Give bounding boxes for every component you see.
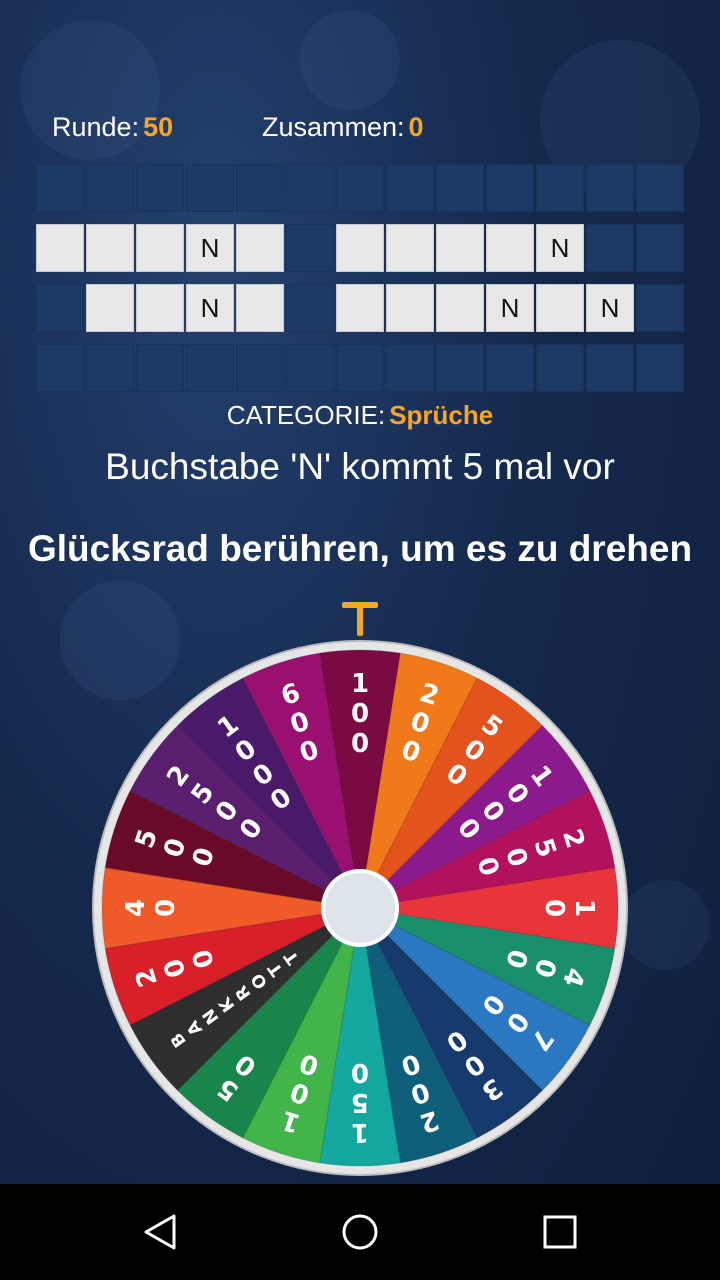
board-cell-letter xyxy=(36,224,84,272)
board-cell-empty xyxy=(636,344,684,392)
board-cell-empty xyxy=(636,164,684,212)
total-value: 0 xyxy=(408,112,424,142)
board-cell-empty xyxy=(186,344,234,392)
recents-icon[interactable] xyxy=(536,1208,584,1256)
board-cell-empty xyxy=(186,164,234,212)
wheel-label-char: 4 xyxy=(121,899,151,917)
board-cell-empty xyxy=(286,284,334,332)
category-label: CATEGORIE: xyxy=(226,400,386,430)
board-cell-empty xyxy=(436,164,484,212)
board-cell-empty xyxy=(36,164,84,212)
board-cell-empty xyxy=(386,344,434,392)
board-cell-empty xyxy=(286,224,334,272)
wheel-label-char: 0 xyxy=(351,729,369,759)
board-cell-letter xyxy=(336,284,384,332)
board-cell-empty xyxy=(286,344,334,392)
background-bokeh xyxy=(300,10,400,110)
home-icon[interactable] xyxy=(336,1208,384,1256)
board-cell-empty xyxy=(136,164,184,212)
wheel-label-char: 0 xyxy=(539,899,569,917)
board-cell-letter: N xyxy=(186,284,234,332)
round-value: 50 xyxy=(143,112,174,142)
wheel-segment-label: 10 xyxy=(539,899,599,917)
board-cell-empty xyxy=(636,224,684,272)
board-cell-letter: N xyxy=(486,284,534,332)
board-cell-empty xyxy=(586,224,634,272)
wheel-label-char: 1 xyxy=(569,899,599,917)
wheel-segment-label: 150 xyxy=(351,1057,369,1147)
background-bokeh xyxy=(620,880,710,970)
system-nav-bar xyxy=(0,1184,720,1280)
wheel-pointer-icon xyxy=(342,602,378,636)
board-cell-letter xyxy=(436,284,484,332)
board-cell-letter xyxy=(86,224,134,272)
board-cell-letter xyxy=(236,224,284,272)
wheel-label-char: 0 xyxy=(151,899,181,917)
board-cell-empty xyxy=(486,164,534,212)
board-cell-empty xyxy=(236,344,284,392)
board-cell-empty xyxy=(586,164,634,212)
board-cell-empty xyxy=(236,164,284,212)
board-cell-letter: N xyxy=(536,224,584,272)
board-cell-empty xyxy=(536,344,584,392)
board-cell-empty xyxy=(36,284,84,332)
wheel-segment-label: 100 xyxy=(351,669,369,759)
board-cell-empty xyxy=(636,284,684,332)
letter-hint: Buchstabe 'N' kommt 5 mal vor xyxy=(105,446,615,487)
board-cell-letter xyxy=(336,224,384,272)
wheel-hub xyxy=(321,869,399,947)
board-cell-empty xyxy=(286,164,334,212)
board-cell-empty xyxy=(86,344,134,392)
board-cell-letter xyxy=(136,284,184,332)
board-cell-empty xyxy=(536,164,584,212)
board-cell-letter xyxy=(536,284,584,332)
wheel-label-char: 0 xyxy=(351,699,369,729)
wheel-label-char: 0 xyxy=(351,1057,369,1087)
board-row: NNN xyxy=(36,284,686,332)
round-score: Runde: 50 xyxy=(52,112,173,143)
category-value: Sprüche xyxy=(389,400,494,430)
board-row xyxy=(36,164,686,212)
wheel-segment-label: 40 xyxy=(121,899,181,917)
board-cell-letter: N xyxy=(586,284,634,332)
board-cell-letter xyxy=(386,284,434,332)
board-row: NN xyxy=(36,224,686,272)
board-cell-letter xyxy=(136,224,184,272)
round-label: Runde: xyxy=(52,112,140,142)
wheel-label-char: 1 xyxy=(351,1117,369,1147)
board-cell-empty xyxy=(336,344,384,392)
board-cell-empty xyxy=(486,344,534,392)
wheel-label-char: 1 xyxy=(351,669,369,699)
board-cell-empty xyxy=(586,344,634,392)
board-cell-empty xyxy=(136,344,184,392)
board-row xyxy=(36,344,686,392)
board-cell-empty xyxy=(336,164,384,212)
board-cell-empty xyxy=(386,164,434,212)
board-cell-letter: N xyxy=(186,224,234,272)
back-icon[interactable] xyxy=(136,1208,184,1256)
board-cell-empty xyxy=(436,344,484,392)
spin-instruction: Glücksrad berühren, um es zu drehen xyxy=(27,528,693,569)
score-row: Runde: 50 Zusammen: 0 xyxy=(0,112,720,156)
board-cell-empty xyxy=(86,164,134,212)
total-label: Zusammen: xyxy=(262,112,405,142)
board-cell-letter xyxy=(436,224,484,272)
total-score: Zusammen: 0 xyxy=(262,112,424,143)
board-cell-letter xyxy=(236,284,284,332)
board-cell-letter xyxy=(486,224,534,272)
fortune-wheel[interactable]: 100200500 1000 25001040070030020015010050B… xyxy=(92,640,628,1176)
board-cell-letter xyxy=(86,284,134,332)
category-line: CATEGORIE: Sprüche xyxy=(0,400,720,431)
board-cell-empty xyxy=(36,344,84,392)
wheel-label-char: 5 xyxy=(351,1087,369,1117)
board-cell-letter xyxy=(386,224,434,272)
